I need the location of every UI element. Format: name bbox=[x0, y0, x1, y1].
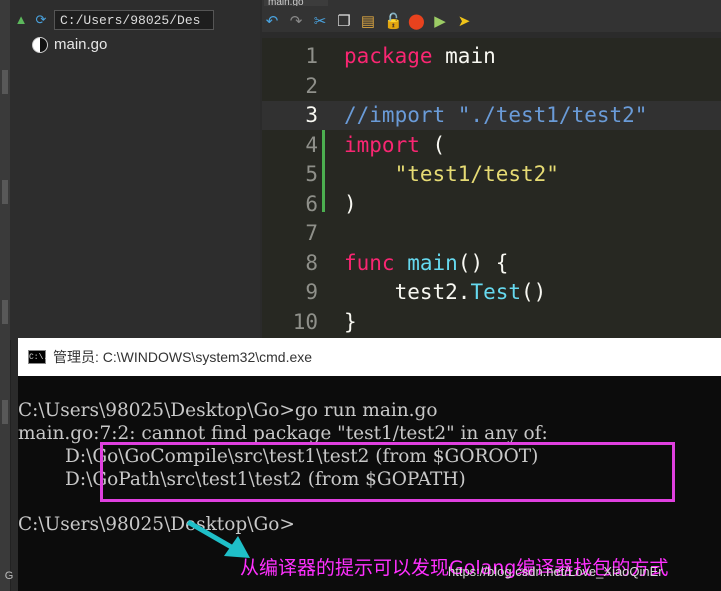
code-text: func main() { bbox=[344, 249, 508, 278]
code-line[interactable]: 10} bbox=[262, 308, 721, 337]
code-text: //import "./test1/test2" bbox=[344, 101, 647, 130]
refresh-icon[interactable]: ⟳ bbox=[34, 13, 48, 27]
code-text: } bbox=[344, 308, 357, 337]
code-token: //import "./test1/test2" bbox=[344, 103, 648, 127]
file-toolbar: ▲ ⟳ C:/Users/98025/Des bbox=[10, 8, 264, 32]
build-icon[interactable]: ➤ bbox=[456, 14, 472, 30]
line-number: 10 bbox=[292, 309, 318, 334]
code-line[interactable]: 3 //import "./test1/test2" bbox=[262, 101, 721, 130]
cmd-icon: C:\. bbox=[28, 350, 48, 364]
editor-tab[interactable]: main.go bbox=[264, 0, 328, 6]
line-number: 5 bbox=[305, 162, 318, 186]
cmd-title: 管理员: C:\WINDOWS\system32\cmd.exe bbox=[53, 349, 313, 365]
up-arrow-icon[interactable]: ▲ bbox=[14, 13, 28, 27]
cmd-output-line: C:\Users\98025\Desktop\Go>go run main.go bbox=[18, 400, 438, 421]
code-text: test2.Test() bbox=[344, 278, 547, 307]
line-number: 1 bbox=[305, 44, 318, 68]
gopher-yinyang-icon bbox=[32, 36, 48, 53]
code-token: () { bbox=[457, 250, 509, 275]
dock-tab[interactable] bbox=[2, 400, 8, 424]
code-line[interactable]: 4 import ( bbox=[262, 131, 721, 160]
path-input[interactable]: C:/Users/98025/Des bbox=[54, 10, 214, 30]
code-token: func bbox=[344, 250, 395, 275]
line-number: 9 bbox=[305, 280, 318, 304]
dock-tab[interactable] bbox=[2, 180, 8, 204]
lock-icon[interactable]: 🔓 bbox=[384, 14, 403, 30]
cmd-titlebar[interactable]: C:\. 管理员: C:\WINDOWS\system32\cmd.exe bbox=[18, 338, 721, 376]
code-text: package main bbox=[344, 42, 496, 71]
file-item-main-go[interactable]: main.go bbox=[32, 36, 107, 53]
dock-tab[interactable] bbox=[2, 300, 8, 324]
paste-icon[interactable]: ▤ bbox=[360, 14, 376, 30]
code-line[interactable]: 8 func main() { bbox=[262, 249, 721, 278]
code-token: import bbox=[344, 132, 420, 157]
code-token: "test1/test2" bbox=[394, 162, 559, 186]
line-number: 4 bbox=[305, 132, 318, 157]
editor-toolbar: ↶ ↷ ✂ ❐ ▤ 🔓 ⬤ ▶ ➤ bbox=[264, 10, 472, 34]
undo-icon[interactable]: ↶ bbox=[264, 14, 280, 30]
code-token: package bbox=[344, 44, 433, 68]
code-text: import ( bbox=[344, 131, 445, 160]
line-number: 2 bbox=[305, 73, 318, 98]
watermark: https://blog.csdn.net/Love_XiaoQinEr bbox=[448, 564, 663, 579]
code-line[interactable]: 7 bbox=[262, 219, 721, 248]
line-number: 3 bbox=[305, 103, 318, 127]
code-token: () bbox=[521, 280, 547, 304]
code-text: "test1/test2" bbox=[344, 160, 559, 189]
dock-label: G bbox=[4, 570, 14, 582]
code-token: main bbox=[407, 250, 458, 275]
line-number: 8 bbox=[305, 250, 318, 275]
code-token: } bbox=[344, 309, 357, 334]
code-token: main bbox=[432, 44, 496, 68]
cmd-window[interactable]: C:\. 管理员: C:\WINDOWS\system32\cmd.exe C:… bbox=[18, 338, 721, 591]
line-number: 7 bbox=[305, 221, 318, 245]
code-line[interactable]: 2 bbox=[262, 72, 721, 101]
code-editor[interactable]: 1 package main 2 3 //import "./test1/test2" 4… bbox=[262, 38, 721, 338]
code-text: ) bbox=[344, 190, 357, 219]
run-icon[interactable]: ▶ bbox=[432, 14, 448, 30]
copy-icon[interactable]: ❐ bbox=[336, 14, 352, 30]
code-token: Test bbox=[470, 280, 522, 304]
cut-icon[interactable]: ✂ bbox=[312, 14, 328, 30]
code-line[interactable]: 1 package main bbox=[262, 42, 721, 71]
code-line[interactable]: 6) bbox=[262, 190, 721, 219]
code-token: ( bbox=[419, 132, 446, 157]
file-browser-panel: ▲ ⟳ C:/Users/98025/Des main.go bbox=[10, 0, 260, 340]
redo-icon[interactable]: ↷ bbox=[288, 14, 304, 30]
code-line[interactable]: 5 "test1/test2" bbox=[262, 160, 721, 189]
code-token: test2. bbox=[344, 280, 471, 304]
record-icon[interactable]: ⬤ bbox=[408, 14, 425, 30]
code-token: ) bbox=[344, 191, 357, 216]
highlight-box bbox=[100, 442, 675, 502]
line-number: 6 bbox=[305, 191, 318, 216]
code-line[interactable]: 9 test2.Test() bbox=[262, 278, 721, 307]
dock-tab[interactable] bbox=[2, 70, 8, 94]
file-item-label: main.go bbox=[54, 36, 108, 53]
